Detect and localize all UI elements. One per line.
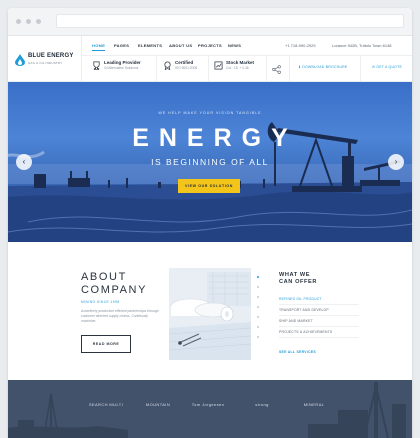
about-title-line1: ABOUT xyxy=(81,271,127,283)
site-header: BLUE ENERGY GAS & OIL INDUSTRY HOME PAGE… xyxy=(8,36,412,82)
carousel-dot[interactable] xyxy=(257,316,259,318)
divider xyxy=(289,56,290,82)
logo-subtitle: GAS & OIL INDUSTRY xyxy=(28,61,63,65)
nav-projects[interactable]: PROJECTS xyxy=(198,43,222,48)
carousel-dots xyxy=(256,276,260,346)
info-title: Leading Provider xyxy=(104,60,141,65)
divider xyxy=(266,56,267,82)
next-slide-icon[interactable]: › xyxy=(388,154,404,170)
offer-item[interactable]: TRANSPORT AND DEVELOP xyxy=(279,305,359,316)
about-title-line2: COMPANY xyxy=(81,284,148,296)
read-more-button[interactable]: READ MORE xyxy=(81,335,131,353)
offer-item[interactable]: REFINED OIL PRODUCT xyxy=(279,294,359,305)
main-nav: HOME PAGES ELEMENTS ABOUT US PROJECTS NE… xyxy=(82,36,412,56)
address-text: Lorance 542B, Tuttolo Town 6148 xyxy=(332,43,392,48)
certificate-icon xyxy=(164,61,171,70)
download-brochure-button[interactable]: ⬇ DOWNLOAD BROCHURE xyxy=(298,65,347,69)
offer-item[interactable]: PROJECTS & ACHIEVEMENTS xyxy=(279,327,359,338)
offer-title-line1: WHAT WE xyxy=(279,272,311,278)
offer-list: REFINED OIL PRODUCT TRANSPORT AND DEVELO… xyxy=(279,294,359,338)
phone-number[interactable]: +1 718-990-2929 xyxy=(285,43,316,48)
carousel-dot[interactable] xyxy=(257,306,259,308)
get-a-quote-label: GET A QUOTE xyxy=(376,65,402,69)
info-subtitle: Of Alternative Solutions xyxy=(104,66,139,70)
hero-tagline: WE HELP MAKE YOUR VISION TANGIBLE xyxy=(158,111,262,115)
view-solution-button[interactable]: VIEW OUR SOLUTION xyxy=(178,179,240,193)
about-since: MINING SINCE 1998 xyxy=(81,300,120,304)
carousel-dot[interactable] xyxy=(257,276,259,278)
hero-title: ENERGY xyxy=(132,124,298,152)
carousel-dot[interactable] xyxy=(257,286,259,288)
browser-window: BLUE ENERGY GAS & OIL INDUSTRY HOME PAGE… xyxy=(8,8,412,438)
info-title: Stock Market xyxy=(226,60,255,65)
window-dot[interactable] xyxy=(16,19,21,24)
offer-heading: WHAT WE CAN OFFER xyxy=(279,272,317,286)
about-heading: ABOUT COMPANY xyxy=(81,271,147,297)
carousel-dot[interactable] xyxy=(257,326,259,328)
info-subtitle: Cot.: 18. + 0.36 xyxy=(226,66,249,70)
logo[interactable]: BLUE ENERGY GAS & OIL INDUSTRY xyxy=(8,36,82,82)
divider xyxy=(360,56,361,82)
address-bar[interactable] xyxy=(56,14,404,28)
nav-news[interactable]: NEWS xyxy=(228,43,241,48)
offer-item[interactable]: SHIP AND MARKET xyxy=(279,316,359,327)
window-dot[interactable] xyxy=(36,19,41,24)
partner-logo[interactable]: strong xyxy=(242,402,282,407)
window-dot[interactable] xyxy=(26,19,31,24)
carousel-dot[interactable] xyxy=(257,336,259,338)
blueprints-image xyxy=(169,268,251,360)
browser-toolbar xyxy=(8,8,412,36)
chart-icon xyxy=(214,61,223,70)
partner-logo[interactable]: Tom Jorgensen xyxy=(188,402,228,407)
divider xyxy=(156,56,157,82)
divider xyxy=(208,56,209,82)
flame-icon xyxy=(15,54,25,66)
logo-title: BLUE ENERGY xyxy=(28,53,74,59)
offer-title-line2: CAN OFFER xyxy=(279,279,318,285)
about-section: ABOUT COMPANY MINING SINCE 1998 Assertiv… xyxy=(8,242,412,388)
prev-slide-icon[interactable]: ‹ xyxy=(16,154,32,170)
carousel-dot[interactable] xyxy=(257,296,259,298)
partner-logo[interactable]: SEARCH MULTI xyxy=(86,402,126,407)
partner-logo[interactable]: MINERAL xyxy=(294,402,334,407)
trophy-icon xyxy=(93,61,100,70)
info-subtitle: ISO 9001:2008 xyxy=(175,66,198,70)
about-text: Assertively productize efficient partner… xyxy=(81,309,159,323)
rigs-silhouette xyxy=(8,382,406,438)
share-icon[interactable] xyxy=(272,65,281,74)
info-title: Certified xyxy=(175,60,194,65)
nav-about-us[interactable]: ABOUT US xyxy=(169,43,192,48)
nav-elements[interactable]: ELEMENTS xyxy=(138,43,162,48)
download-brochure-label: DOWNLOAD BROCHURE xyxy=(302,65,348,69)
get-a-quote-button[interactable]: ✉ GET A QUOTE xyxy=(372,65,402,69)
nav-pages[interactable]: PAGES xyxy=(114,43,129,48)
see-all-services-link[interactable]: SEE ALL SERVICES xyxy=(279,350,316,354)
hero-subtitle: IS BEGINNING OF ALL xyxy=(151,157,269,167)
hero-slider: WE HELP MAKE YOUR VISION TANGIBLE ENERGY… xyxy=(8,82,412,242)
partner-logo[interactable]: MOUNTAIN xyxy=(138,402,178,407)
nav-home[interactable]: HOME xyxy=(92,43,106,51)
partners-strip: SEARCH MULTI MOUNTAIN Tom Jorgensen stro… xyxy=(8,380,412,438)
